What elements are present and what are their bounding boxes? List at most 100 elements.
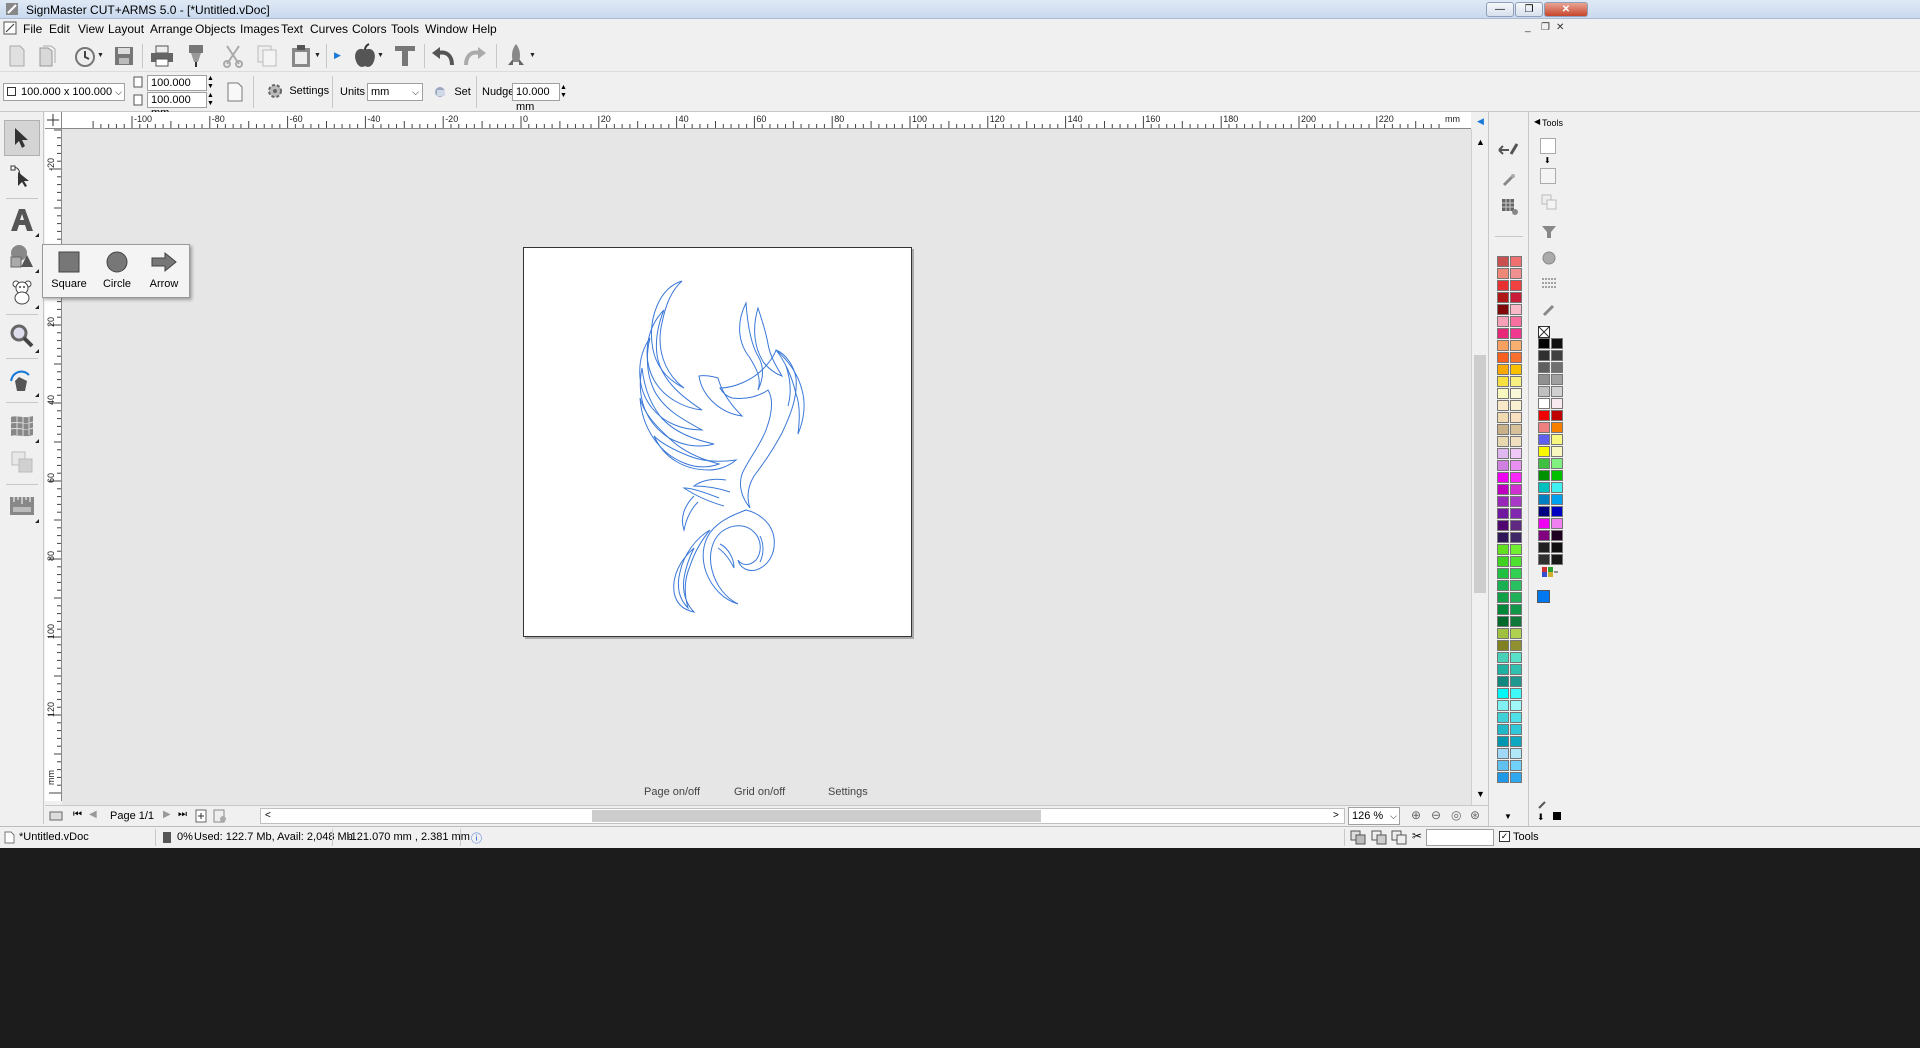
open-document-button[interactable]: [34, 43, 60, 69]
line-style-icon[interactable]: [1541, 276, 1557, 290]
color-swatch[interactable]: [1497, 316, 1509, 327]
color-swatch[interactable]: [1510, 436, 1522, 447]
color-swatch[interactable]: [1497, 484, 1509, 495]
color-swatch[interactable]: [1497, 508, 1509, 519]
color-swatch[interactable]: [1510, 496, 1522, 507]
color-swatch[interactable]: [1510, 592, 1522, 603]
circle-shape-button[interactable]: Circle: [95, 251, 139, 290]
grid-toggle-button[interactable]: Grid on/off: [734, 786, 785, 798]
units-select[interactable]: mm ⌵: [367, 83, 423, 101]
color-swatch[interactable]: [1510, 376, 1522, 387]
vertical-ruler[interactable]: -20020406080100120mm: [45, 129, 62, 801]
info-icon[interactable]: ⓘ: [471, 830, 482, 846]
color-swatch[interactable]: [1510, 388, 1522, 399]
color-swatch[interactable]: [1510, 256, 1522, 267]
scroll-left-icon[interactable]: <: [265, 810, 271, 821]
document-icon[interactable]: [3, 21, 17, 35]
color-swatch[interactable]: [1538, 374, 1550, 385]
horizontal-scroll-thumb[interactable]: [592, 810, 1041, 822]
color-swatch[interactable]: [1551, 446, 1563, 457]
color-swatch[interactable]: [1497, 580, 1509, 591]
cut-button[interactable]: [220, 43, 246, 69]
mdi-minimize-button[interactable]: _: [1525, 22, 1531, 33]
wizard-button[interactable]: [503, 43, 529, 69]
color-swatch[interactable]: [1510, 544, 1522, 555]
fill-tool-icon[interactable]: [1537, 798, 1549, 810]
color-swatch[interactable]: [1551, 482, 1563, 493]
palette-manager-icon[interactable]: [1541, 566, 1559, 578]
menu-view[interactable]: View: [74, 21, 108, 37]
select-tool[interactable]: [4, 120, 40, 156]
brush-icon[interactable]: [1501, 172, 1517, 188]
color-palette-primary[interactable]: [1497, 256, 1525, 784]
color-swatch[interactable]: [1510, 316, 1522, 327]
color-swatch[interactable]: [1551, 530, 1563, 541]
color-swatch[interactable]: [1510, 412, 1522, 423]
horizontal-ruler[interactable]: -100 -80 -60 -40 -20 0 20 40 60 80 100 120 140 160 180…: [45, 112, 1471, 129]
node-edit-tool[interactable]: [4, 158, 40, 194]
color-swatch[interactable]: [1538, 398, 1550, 409]
color-swatch[interactable]: [1497, 400, 1509, 411]
width-spinner[interactable]: ▲ ▼: [207, 75, 214, 91]
eyedropper-arrow-icon[interactable]: [1497, 140, 1519, 158]
cut-plotter-button[interactable]: [183, 43, 209, 69]
design-page[interactable]: [523, 247, 912, 637]
color-swatch[interactable]: [1497, 376, 1509, 387]
height-spinner[interactable]: ▲ ▼: [207, 92, 214, 108]
color-swatch[interactable]: [1538, 542, 1550, 553]
minimize-button[interactable]: —: [1486, 2, 1514, 17]
color-swatch[interactable]: [1551, 338, 1563, 349]
outline-color-swatch[interactable]: [1553, 812, 1561, 820]
envelope-tool[interactable]: [4, 408, 40, 444]
menu-edit[interactable]: Edit: [45, 21, 74, 37]
funnel-icon[interactable]: [1541, 224, 1557, 240]
color-swatch[interactable]: [1510, 676, 1522, 687]
page-toggle-button[interactable]: Page on/off: [644, 786, 700, 798]
zoom-fit-icon[interactable]: ⊛: [1470, 808, 1480, 822]
color-swatch[interactable]: [1538, 518, 1550, 529]
color-swatch[interactable]: [1497, 256, 1509, 267]
color-swatch[interactable]: [1510, 712, 1522, 723]
page-size-select[interactable]: 100.000 x 100.000 ⌵: [3, 83, 125, 101]
color-swatch[interactable]: [1497, 664, 1509, 675]
color-swatch[interactable]: [1551, 410, 1563, 421]
palette-scroll-down-icon[interactable]: ▼: [1504, 812, 1512, 821]
color-swatch[interactable]: [1510, 448, 1522, 459]
outline-swatch[interactable]: [1540, 168, 1556, 184]
color-swatch[interactable]: [1538, 530, 1550, 541]
last-page-button[interactable]: ⏭: [178, 809, 187, 820]
settings-button[interactable]: Settings: [266, 82, 329, 102]
color-swatch[interactable]: [1497, 352, 1509, 363]
save-button[interactable]: [111, 43, 137, 69]
status-input[interactable]: [1426, 829, 1494, 846]
color-swatch[interactable]: [1510, 616, 1522, 627]
color-swatch[interactable]: [1510, 460, 1522, 471]
color-swatch[interactable]: [1497, 532, 1509, 543]
tools-checkbox[interactable]: ✓: [1499, 831, 1510, 842]
color-swatch[interactable]: [1538, 386, 1550, 397]
zoom-tool[interactable]: [4, 318, 40, 354]
snap-guides-icon[interactable]: ✂: [1412, 829, 1422, 843]
color-swatch[interactable]: [1551, 362, 1563, 373]
color-swatch[interactable]: [1510, 472, 1522, 483]
color-swatch[interactable]: [1510, 568, 1522, 579]
color-swatch[interactable]: [1510, 604, 1522, 615]
page-orientation-icon[interactable]: [227, 82, 243, 102]
menu-colors[interactable]: Colors: [348, 21, 391, 37]
color-swatch[interactable]: [1497, 472, 1509, 483]
maximize-button[interactable]: ❐: [1515, 2, 1543, 17]
pen-tool[interactable]: [4, 362, 40, 398]
color-swatch[interactable]: [1510, 700, 1522, 711]
zoom-in-icon[interactable]: ⊕: [1411, 808, 1421, 822]
clipart-tool[interactable]: [4, 274, 40, 310]
color-swatch[interactable]: [1510, 352, 1522, 363]
color-swatch[interactable]: [1538, 446, 1550, 457]
color-swatch[interactable]: [1497, 520, 1509, 531]
weld-tool[interactable]: [4, 444, 40, 480]
color-swatch[interactable]: [1538, 458, 1550, 469]
snap-objects-icon[interactable]: [1350, 830, 1366, 845]
color-swatch[interactable]: [1510, 328, 1522, 339]
mdi-restore-button[interactable]: ❐: [1541, 22, 1550, 33]
color-swatch[interactable]: [1497, 328, 1509, 339]
color-swatch[interactable]: [1510, 688, 1522, 699]
